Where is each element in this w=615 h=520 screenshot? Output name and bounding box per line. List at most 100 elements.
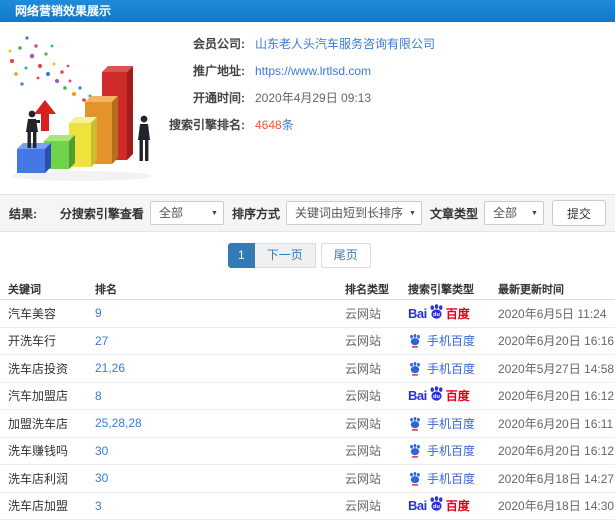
open-time-value: 2020年4月29日 09:13 [255,91,372,105]
info-row-member: 会员公司: 山东老人头汽车服务咨询有限公司 [0,34,612,54]
mobile-baidu-paw-icon [410,416,420,431]
rank-cell[interactable]: 21,26 [95,361,345,375]
svg-text:du: du [433,394,440,400]
updated-cell: 2020年6月20日 16:12 [498,444,615,459]
rank-cell[interactable]: 3 [95,499,345,513]
updated-cell: 2020年6月20日 16:16 [498,334,615,349]
baidu-paw-icon: du [430,496,443,511]
keyword-cell: 洗车店利润 [8,471,69,486]
engine-filter-value: 全部 [158,206,183,220]
rank-type-cell: 云网站 [345,361,382,376]
filters-group: 分搜索引擎查看 全部 ▼ 排序方式 关键词由短到长排序 ▼ 文章类型 全部 ▼ … [52,200,606,226]
article-type-select[interactable]: 全部 ▼ [483,201,544,225]
header-updated: 最新更新时间 [498,283,564,296]
table-body: 汽车美容 9 云网站 Bai du 百度 2020年6月5日 11:24 开洗车… [0,300,615,520]
header-rank-type: 排名类型 [345,283,389,296]
mobile-baidu-paw-icon [410,444,420,458]
marketing-effect-page: 网络营销效果展示 会员公司: 山东老人头汽车服务咨询有限公司 推广地址: htt… [0,0,615,520]
updated-cell: 2020年5月27日 14:58 [498,361,615,376]
mobile-baidu-logo: 手机百度 [408,415,475,432]
baidu-paw-icon: du [430,304,443,319]
table-row: 开洗车行 27 云网站 手机百度 2020年6月20日 16:16 [0,328,615,355]
mobile-baidu-logo: 手机百度 [408,360,475,377]
updated-cell: 2020年6月18日 14:30 [498,499,615,514]
svg-text:du: du [433,312,440,318]
pagination: 1 下一页 尾页 [228,243,371,268]
promo-url-link[interactable]: https://www.lrtlsd.com [255,61,371,81]
info-row-site: 推广地址: https://www.lrtlsd.com [0,61,612,81]
svg-text:du: du [433,504,440,510]
mobile-baidu-logo: 手机百度 [408,332,475,349]
rank-cell[interactable]: 27 [95,334,345,348]
engine-cell: Bai du 百度 [408,496,498,514]
rank-type-cell: 云网站 [345,389,382,404]
info-row-open-time: 开通时间: 2020年4月29日 09:13 [0,88,612,108]
header-rank: 排名 [95,283,117,296]
updated-cell: 2020年6月5日 11:24 [498,306,607,321]
updated-cell: 2020年6月18日 14:27 [498,471,615,486]
keyword-cell: 洗车店投资 [8,361,69,376]
chevron-down-icon: ▼ [211,210,218,217]
results-label: 结果: [9,206,37,221]
rank-type-cell: 云网站 [345,306,382,321]
rank-type-cell: 云网站 [345,471,382,486]
keyword-cell: 加盟洗车店 [8,416,69,431]
keyword-cell: 汽车美容 [8,306,57,321]
keyword-cell: 洗车赚钱吗 [8,444,69,459]
engine-cell: 手机百度 [408,470,498,487]
rank-type-cell: 云网站 [345,416,382,431]
rank-type-cell: 云网站 [345,444,382,459]
engine-cell: 手机百度 [408,332,498,349]
rank-type-cell: 云网站 [345,334,382,349]
open-time-label: 开通时间: [193,91,245,105]
header-engine-type: 搜索引擎类型 [408,283,474,296]
article-type-value: 全部 [492,206,517,220]
sort-value: 关键词由短到长排序 [294,206,403,220]
updated-cell: 2020年6月20日 16:12 [498,389,615,404]
last-page-button[interactable]: 尾页 [320,243,371,268]
rank-cell[interactable]: 25,28,28 [95,416,345,430]
baidu-logo: Bai du 百度 [408,496,470,514]
engine-cell: 手机百度 [408,415,498,432]
updated-cell: 2020年6月20日 16:11 [498,416,614,431]
engine-rank-value: 4648条 [255,115,294,135]
keyword-cell: 开洗车行 [8,334,57,349]
rank-cell[interactable]: 30 [95,444,345,458]
engine-cell: Bai du 百度 [408,304,498,322]
chevron-down-icon: ▼ [531,210,538,217]
table-row: 洗车店投资 21,26 云网站 手机百度 2020年5月27日 14:58 [0,355,615,383]
table-row: 汽车美容 9 云网站 Bai du 百度 2020年6月5日 11:24 [0,300,615,328]
keyword-cell: 汽车加盟店 [8,389,69,404]
member-company-link[interactable]: 山东老人头汽车服务咨询有限公司 [255,34,435,54]
mobile-baidu-paw-icon [410,361,420,376]
member-company-label: 会员公司: [193,37,245,51]
next-page-button[interactable]: 下一页 [254,243,316,268]
engine-cell: 手机百度 [408,360,498,377]
baidu-paw-icon: du [430,386,443,401]
table-row: 洗车赚钱吗 30 云网站 手机百度 2020年6月20日 16:12 [0,438,615,465]
sort-label: 排序方式 [231,206,280,221]
sort-select[interactable]: 关键词由短到长排序 ▼ [285,201,422,225]
page-1-button[interactable]: 1 [228,243,255,268]
mobile-baidu-logo: 手机百度 [408,470,475,487]
rank-count: 4648 [255,118,282,132]
submit-button[interactable]: 提交 [551,200,606,226]
table-row: 加盟洗车店 25,28,28 云网站 手机百度 2020年6月20日 16:11 [0,410,615,438]
engine-filter-select[interactable]: 全部 ▼ [149,201,224,225]
baidu-logo: Bai du 百度 [408,304,470,322]
rank-cell[interactable]: 9 [95,306,345,320]
article-type-label: 文章类型 [429,206,478,221]
table-header-row: 关键词 排名 排名类型 搜索引擎类型 最新更新时间 [0,278,615,300]
keyword-ranking-table: 关键词 排名 排名类型 搜索引擎类型 最新更新时间 汽车美容 9 云网站 Bai… [0,278,615,520]
table-row: 洗车店利润 30 云网站 手机百度 2020年6月18日 14:27 [0,465,615,493]
rank-cell[interactable]: 30 [95,471,345,485]
rank-unit: 条 [281,118,294,132]
chevron-down-icon: ▼ [409,210,416,217]
rank-cell[interactable]: 8 [95,389,345,403]
mobile-baidu-paw-icon [410,334,420,348]
engine-rank-label: 搜索引擎排名: [169,118,245,132]
engine-cell: Bai du 百度 [408,386,498,404]
keyword-cell: 洗车店加盟 [8,499,69,514]
rank-type-cell: 云网站 [345,499,382,514]
results-filter-bar: 结果: 分搜索引擎查看 全部 ▼ 排序方式 关键词由短到长排序 ▼ 文章类型 全… [0,194,615,232]
